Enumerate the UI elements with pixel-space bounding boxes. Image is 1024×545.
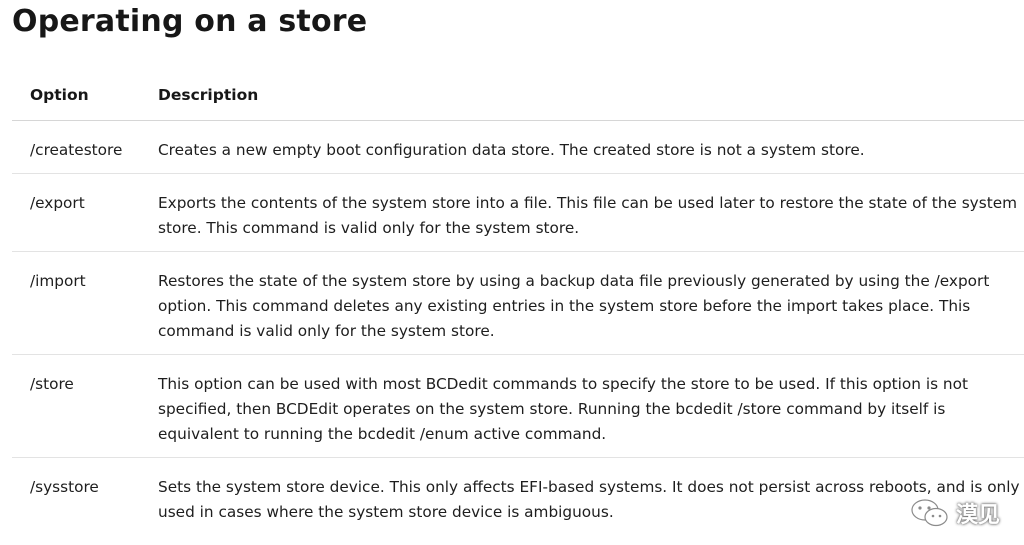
description-cell: Creates a new empty boot configuration d… bbox=[140, 120, 1024, 174]
option-cell: /store bbox=[12, 354, 140, 458]
table-row: /createstore Creates a new empty boot co… bbox=[12, 120, 1024, 174]
table-body: /createstore Creates a new empty boot co… bbox=[12, 120, 1024, 536]
description-cell: This option can be used with most BCDedi… bbox=[140, 354, 1024, 458]
table-row: /sysstore Sets the system store device. … bbox=[12, 458, 1024, 536]
page-title: Operating on a store bbox=[12, 4, 368, 39]
table-row: /export Exports the contents of the syst… bbox=[12, 173, 1024, 252]
description-cell: Exports the contents of the system store… bbox=[140, 173, 1024, 252]
option-cell: /export bbox=[12, 173, 140, 252]
description-cell: Sets the system store device. This only … bbox=[158, 478, 1020, 521]
option-cell: /sysstore bbox=[30, 478, 99, 496]
description-cell: Restores the state of the system store b… bbox=[140, 251, 1024, 355]
watermark-text: 漠见 bbox=[955, 503, 1000, 528]
description-column-header: Description bbox=[140, 70, 1024, 121]
option-cell: /import bbox=[12, 251, 140, 355]
header-row: Option Description bbox=[12, 70, 1024, 121]
table-row: /import Restores the state of the system… bbox=[12, 251, 1024, 355]
table-header: Option Description bbox=[12, 70, 1024, 121]
option-cell: /createstore bbox=[12, 120, 140, 174]
options-table: Option Description /createstore Creates … bbox=[12, 70, 1024, 535]
option-column-header: Option bbox=[12, 70, 140, 121]
wechat-icon bbox=[911, 499, 948, 527]
table-row: /store This option can be used with most… bbox=[12, 354, 1024, 458]
watermark: 漠见 bbox=[910, 497, 1000, 529]
